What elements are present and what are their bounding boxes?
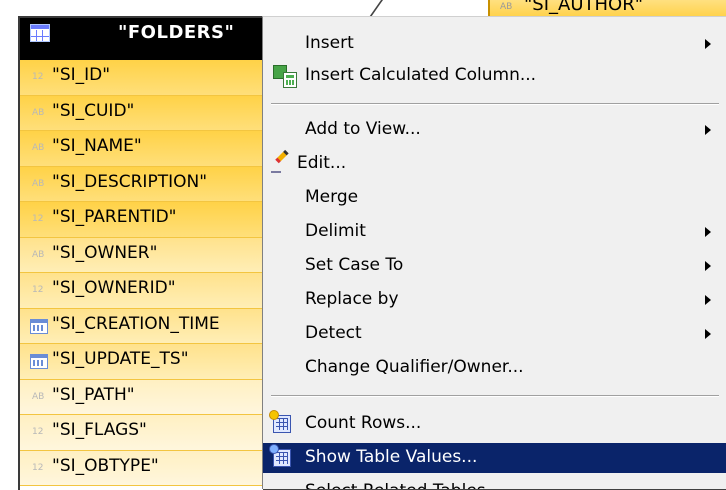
column-row[interactable]: 12 "SI_FLAGS" [20, 415, 280, 451]
datetime-type-icon [30, 354, 48, 369]
menu-item-label: Insert Calculated Column... [305, 65, 537, 85]
menu-item-insert-calculated-column[interactable]: Insert Calculated Column... [263, 61, 726, 91]
menu-item-label: Merge [305, 187, 359, 207]
column-row[interactable]: "SI_CREATION_TIME [20, 308, 280, 344]
menu-item-merge[interactable]: Merge [263, 183, 726, 213]
menu-item-label: Replace by [305, 289, 399, 309]
column-name: "SI_PATH" [52, 384, 135, 405]
column-name: "SI_CREATION_TIME [52, 313, 220, 334]
submenu-arrow-icon [705, 261, 711, 271]
menu-item-set-case-to[interactable]: Set Case To [263, 251, 726, 281]
menu-item-count-rows[interactable]: Count Rows... [263, 409, 726, 439]
menu-item-change-qualifier-owner[interactable]: Change Qualifier/Owner... [263, 353, 726, 383]
menu-item-delimit[interactable]: Delimit [263, 217, 726, 247]
folders-table[interactable]: "FOLDERS" 12 "SI_ID" AB "SI_CUID" AB "SI_NA… [18, 16, 282, 490]
menu-item-label: Detect [305, 323, 362, 343]
column-row[interactable]: AB "SI_DESCRIPTION" [20, 166, 280, 202]
menu-item-detect[interactable]: Detect [263, 319, 726, 349]
column-row[interactable]: "SI_UPDATE_TS" [20, 344, 280, 380]
menu-item-label: Add to View... [305, 119, 421, 139]
menu-item-show-table-values[interactable]: Show Table Values... [263, 443, 726, 473]
submenu-arrow-icon [705, 39, 711, 49]
calculator-icon [283, 72, 297, 88]
submenu-arrow-icon [705, 227, 711, 237]
type-label: 12 [32, 214, 44, 224]
background-column-name: "SI_AUTHOR" [524, 0, 643, 15]
type-label: AB [32, 391, 45, 402]
column-name: "SI_UPDATE_TS" [52, 349, 189, 369]
table-values-icon [270, 445, 291, 467]
menu-item-label: Count Rows... [305, 413, 422, 433]
menu-item-label: Set Case To [305, 255, 404, 275]
type-label: 12 [32, 285, 44, 295]
column-name: "SI_OWNERID" [52, 278, 176, 298]
column-name: "SI_OWNER" [52, 242, 158, 263]
menu-item-add-to-view[interactable]: Add to View... [263, 115, 726, 145]
datetime-type-icon [30, 318, 48, 334]
menu-separator [271, 395, 719, 397]
menu-item-insert[interactable]: Insert [263, 29, 726, 59]
column-row[interactable]: AB "SI_CUID" [20, 95, 280, 131]
type-label: AB [32, 143, 45, 153]
column-name: "SI_NAME" [52, 136, 142, 156]
pencil-icon [271, 149, 293, 177]
menu-item-edit[interactable]: Edit... [263, 149, 726, 179]
column-name: "SI_DESCRIPTION" [52, 171, 208, 192]
submenu-arrow-icon [705, 329, 711, 339]
table-header[interactable]: "FOLDERS" [20, 18, 280, 60]
menu-item-select-related-tables[interactable]: Select Related Tables [263, 477, 726, 489]
type-label: AB [32, 249, 45, 260]
type-label: AB [32, 107, 45, 118]
column-row[interactable]: AB "SI_OWNER" [20, 237, 280, 273]
column-row[interactable]: 12 "SI_OBTYPE" [20, 450, 280, 486]
menu-item-replace-by[interactable]: Replace by [263, 285, 726, 315]
menu-item-label: Show Table Values... [305, 447, 478, 467]
type-label: 12 [32, 72, 44, 82]
table-title: "FOLDERS" [118, 22, 235, 43]
type-label: 12 [32, 427, 44, 437]
context-menu: Insert Insert Calculated Column... Add t… [262, 16, 726, 489]
menu-item-label: Edit... [297, 153, 347, 173]
menu-item-label: Change Qualifier/Owner... [305, 357, 524, 377]
table-icon [30, 24, 50, 42]
type-label: AB [32, 178, 45, 189]
column-row[interactable]: 12 "SI_PARENTID" [20, 202, 280, 238]
menu-item-label: Insert [305, 33, 354, 53]
column-row[interactable]: AB "SI_NAME" [20, 131, 280, 167]
column-name: "SI_PARENTID" [52, 207, 177, 227]
type-label: 12 [32, 462, 44, 473]
column-row[interactable]: AB "SI_PATH" [20, 379, 280, 415]
column-row[interactable]: 12 "SI_ID" [20, 60, 280, 96]
column-name: "SI_OBTYPE" [52, 455, 159, 476]
column-list: 12 "SI_ID" AB "SI_CUID" AB "SI_NAME" AB "SI_… [20, 60, 280, 486]
type-label: AB [500, 2, 513, 12]
submenu-arrow-icon [705, 125, 711, 135]
count-rows-icon [270, 411, 291, 433]
menu-item-label: Delimit [305, 221, 366, 241]
column-name: "SI_ID" [52, 65, 111, 85]
menu-separator [271, 103, 719, 105]
submenu-arrow-icon [705, 295, 711, 305]
column-name: "SI_FLAGS" [52, 420, 147, 440]
column-row[interactable]: 12 "SI_OWNERID" [20, 273, 280, 309]
column-name: "SI_CUID" [52, 100, 135, 121]
